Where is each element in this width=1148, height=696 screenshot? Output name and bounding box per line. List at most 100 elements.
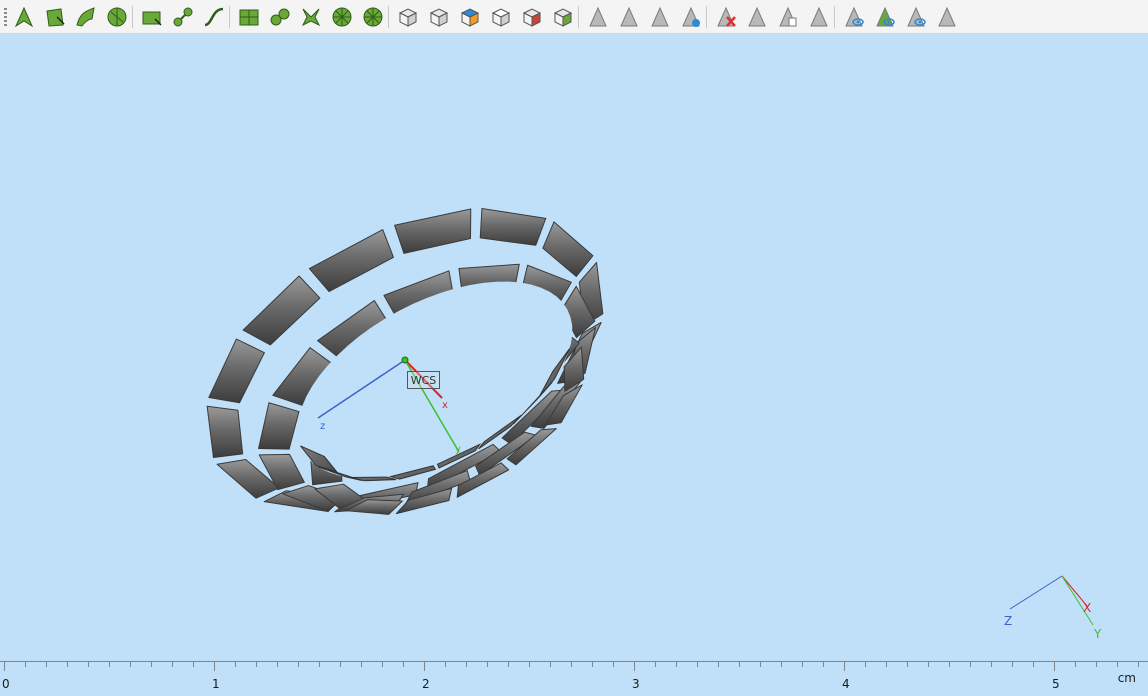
eye-triangle-2-button[interactable] — [904, 5, 928, 29]
wcs-x-label: x — [442, 400, 448, 411]
ruler-tick — [487, 661, 488, 667]
ruler-tick — [949, 661, 950, 667]
wcs-origin — [401, 356, 409, 364]
ruler-tick — [529, 661, 530, 667]
triangle-blank-button[interactable] — [807, 5, 831, 29]
ring-brick — [258, 402, 300, 450]
ruler-tick — [46, 661, 47, 667]
blob-pick-button[interactable] — [268, 5, 292, 29]
orientation-gizmo: Z X Y — [1004, 575, 1102, 641]
lasso-select-button[interactable] — [74, 5, 98, 29]
gizmo-z-label: Z — [1004, 614, 1012, 628]
cube-green-button[interactable] — [551, 5, 575, 29]
rect-select-button[interactable] — [43, 5, 67, 29]
delete-triangle-button[interactable] — [714, 5, 738, 29]
gizmo-x-label: X — [1083, 601, 1091, 615]
grid-pick-button[interactable] — [237, 5, 261, 29]
arrow-select-icon — [12, 5, 36, 29]
toolbar-separator — [229, 6, 230, 28]
cube-red-button[interactable] — [520, 5, 544, 29]
triangle-copy-button[interactable] — [776, 5, 800, 29]
cube-front-button[interactable] — [396, 5, 420, 29]
wheel-small-pick-button[interactable] — [361, 5, 385, 29]
ruler-tick — [277, 661, 278, 667]
ruler-tick — [907, 661, 908, 667]
curve-pick-button[interactable] — [202, 5, 226, 29]
toolbar-grip[interactable] — [4, 8, 7, 26]
blue-eye-triangle-button[interactable] — [873, 5, 897, 29]
triangle-gray-icon — [745, 5, 769, 29]
bottom-ruler: 0 1 2 3 4 5 cm — [0, 658, 1148, 696]
gray-arrow-button[interactable] — [586, 5, 610, 29]
ruler-tick — [1096, 661, 1097, 667]
main-toolbar — [0, 0, 1148, 34]
cube-wire-button[interactable] — [489, 5, 513, 29]
cube-wire-icon — [489, 5, 513, 29]
wheel-pick-button[interactable] — [330, 5, 354, 29]
blue-eye-triangle-icon — [873, 5, 897, 29]
ruler-label: 1 — [212, 677, 220, 691]
ruler-tick — [781, 661, 782, 667]
eye-triangle-icon — [842, 5, 866, 29]
toolbar-separator — [578, 6, 579, 28]
hidden-triangle-button[interactable] — [935, 5, 959, 29]
ring-brick — [394, 208, 472, 254]
ruler-label: 4 — [842, 677, 850, 691]
ruler-tick — [1138, 661, 1139, 667]
triangle-blue-button[interactable] — [679, 5, 703, 29]
ruler-tick — [970, 661, 971, 667]
lasso-select-icon — [74, 5, 98, 29]
ruler-tick — [88, 661, 89, 667]
toolbar-separator — [706, 6, 707, 28]
ring-brick — [479, 208, 547, 246]
cube-top-button[interactable] — [427, 5, 451, 29]
arrow-select-button[interactable] — [12, 5, 36, 29]
toolbar-separator — [388, 6, 389, 28]
flower-pick-button[interactable] — [299, 5, 323, 29]
ruler-tick — [739, 661, 740, 667]
ruler-label: 5 — [1052, 677, 1060, 691]
ruler-tick — [361, 661, 362, 667]
cube-front-icon — [396, 5, 420, 29]
gray-arrow-3-button[interactable] — [648, 5, 672, 29]
ruler-tick — [760, 661, 761, 667]
ruler-label: 3 — [632, 677, 640, 691]
ruler-tick — [4, 661, 5, 671]
toolbar-separator — [834, 6, 835, 28]
ruler-tick — [718, 661, 719, 667]
ruler-tick — [508, 661, 509, 667]
3d-viewport[interactable]: x y z Z X Y WCS — [0, 34, 1148, 658]
ring-brick — [206, 405, 244, 459]
ruler-tick — [1012, 661, 1013, 667]
ruler-tick — [130, 661, 131, 667]
rect-select-icon — [43, 5, 67, 29]
triangle-blue-icon — [679, 5, 703, 29]
eye-triangle-button[interactable] — [842, 5, 866, 29]
ruler-tick — [25, 661, 26, 667]
ruler-tick — [844, 661, 845, 671]
toolbar-separator — [132, 6, 133, 28]
rect-pick-icon — [140, 5, 164, 29]
delete-triangle-icon — [714, 5, 738, 29]
ruler-tick — [676, 661, 677, 667]
ruler-tick — [1033, 661, 1034, 667]
cube-color-button[interactable] — [458, 5, 482, 29]
gray-arrow-2-icon — [617, 5, 641, 29]
ruler-tick — [1075, 661, 1076, 667]
ruler-tick — [424, 661, 425, 671]
ruler-label: 0 — [2, 677, 10, 691]
hidden-triangle-icon — [935, 5, 959, 29]
ruler-tick — [466, 661, 467, 667]
grid-pick-icon — [237, 5, 261, 29]
cube-red-icon — [520, 5, 544, 29]
rect-pick-button[interactable] — [140, 5, 164, 29]
ruler-tick — [655, 661, 656, 667]
triangle-gray-button[interactable] — [745, 5, 769, 29]
node-pick-button[interactable] — [171, 5, 195, 29]
gray-arrow-2-button[interactable] — [617, 5, 641, 29]
circle-select-button[interactable] — [105, 5, 129, 29]
ruler-tick — [802, 661, 803, 667]
ruler-tick — [319, 661, 320, 667]
ring-brick — [242, 275, 321, 346]
ruler-tick — [613, 661, 614, 667]
